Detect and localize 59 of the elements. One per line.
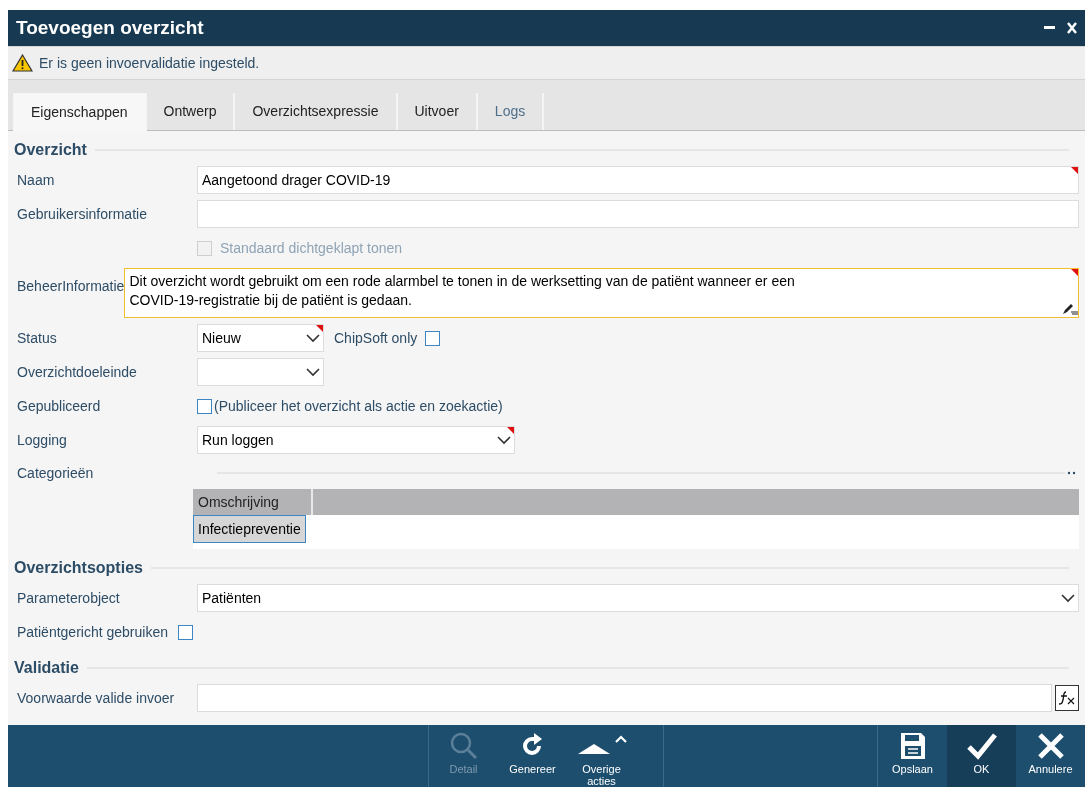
chevron-down-icon <box>306 367 320 377</box>
edit-pen-icon <box>1062 303 1078 315</box>
text-area[interactable]: Dit overzicht wordt gebruikt om een rode alarmbel te tonen in de werksetting van de patiënt wanneer er een COVID-19-registratie bij de patiënt is gedaan. <box>124 268 1079 318</box>
field-label: Naam <box>17 170 56 190</box>
save-icon <box>899 732 926 760</box>
text-line: COVID-19-registratie bij de patiënt is gedaan. <box>129 291 413 310</box>
checkbox-label: ChipSoft only <box>334 328 418 348</box>
tab[interactable]: Eigenschappen <box>13 93 147 131</box>
function-icon <box>1058 691 1076 705</box>
required-marker <box>316 325 323 332</box>
required-marker <box>1071 269 1078 276</box>
chevron-down-icon <box>306 333 320 343</box>
checkbox[interactable] <box>425 330 441 346</box>
toolbar-button[interactable]: Genereer <box>498 725 567 787</box>
toolbar-button[interactable]: Opslaan <box>878 725 947 787</box>
required-marker <box>1071 167 1078 174</box>
search-icon <box>449 732 478 760</box>
field-label: Gepubliceerd <box>17 396 102 416</box>
check-icon <box>966 732 997 760</box>
chevron-down-icon <box>1061 593 1075 603</box>
dropdown[interactable]: Run loggen <box>197 426 515 454</box>
checkbox-label: (Publiceer het overzicht als actie en zoekactie) <box>214 396 503 416</box>
tab[interactable]: Overzichtsexpressie <box>235 93 398 130</box>
text-line: Dit overzicht wordt gebruikt om een rode alarmbel te tonen in de werksetting van de patiënt wanneer er een <box>129 272 796 291</box>
required-marker <box>507 427 514 434</box>
toolbar-button[interactable]: Overige acties <box>567 725 636 787</box>
warning-message: Er is geen invoervalidatie ingesteld. <box>39 53 260 73</box>
text-field[interactable] <box>197 200 1079 228</box>
toolbar-button[interactable]: Annulere <box>1016 725 1085 787</box>
formula-button[interactable] <box>1055 685 1079 711</box>
field-label: Status <box>17 328 58 348</box>
field-label: Voorwaarde valide invoer <box>17 688 176 708</box>
close-icon <box>1036 732 1065 760</box>
field-label: Categorieën <box>17 465 94 481</box>
checkbox-label: Standaard dichtgeklapt tonen <box>220 238 403 258</box>
grid-row[interactable]: Infectiepreventie <box>193 515 306 543</box>
section-heading: Overzicht <box>14 140 87 160</box>
field-label: Overzichtdoeleinde <box>17 362 138 382</box>
window-title: Toevoegen overzicht <box>16 15 204 40</box>
checkbox[interactable] <box>178 624 193 640</box>
chevron-down-icon <box>497 435 511 445</box>
tab[interactable]: Uitvoer <box>397 93 478 130</box>
field-label: Parameterobject <box>17 588 121 608</box>
dropdown[interactable]: Nieuw <box>197 324 324 352</box>
warning-icon <box>12 54 33 72</box>
field-label: Patiëntgericht gebruiken <box>17 622 168 642</box>
text-field[interactable]: Aangetoond drager COVID-19 <box>197 166 1079 194</box>
dropdown[interactable]: Patiënten <box>197 584 1079 612</box>
checkbox[interactable] <box>197 398 212 414</box>
toolbar-button[interactable]: OK <box>947 725 1016 787</box>
field-label: BeheerInformatie <box>17 278 125 294</box>
tab[interactable]: Ontwerp <box>146 93 236 130</box>
field-label: Logging <box>17 430 68 450</box>
field-label: Gebruikersinformatie <box>17 204 148 224</box>
section-heading: Validatie <box>14 658 79 678</box>
minimize-icon[interactable] <box>1044 26 1055 30</box>
section-heading: Overzichtsopties <box>14 558 143 578</box>
text-field[interactable] <box>197 684 1052 712</box>
close-icon[interactable] <box>1067 22 1077 34</box>
